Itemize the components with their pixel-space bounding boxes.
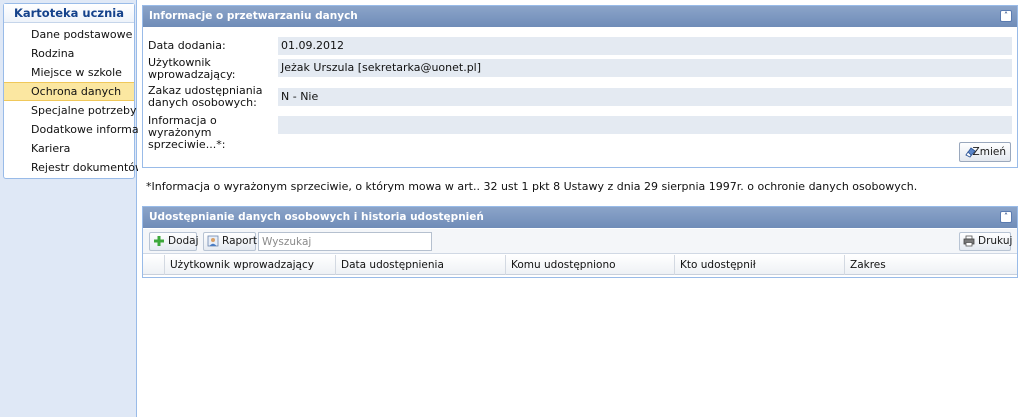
sidebar-title: Kartoteka ucznia xyxy=(4,4,134,23)
collapse-up-icon[interactable]: ˄ xyxy=(1000,211,1012,223)
sidebar-item-rejestr-dokumentow[interactable]: Rejestr dokumentów xyxy=(4,158,144,177)
sidebar-list: Dane podstawowe Rodzina Miejsce w szkole… xyxy=(4,23,155,177)
sidebar-item-kariera[interactable]: Kariera xyxy=(4,139,134,158)
info-panel-header: Informacje o przetwarzaniu danych ˄ xyxy=(143,6,1017,27)
label-data-dodania: Data dodania: xyxy=(148,39,226,52)
add-button-label: Dodaj xyxy=(168,235,199,247)
label-zakaz: Zakaz udostępniania danych osobowych: xyxy=(148,84,263,109)
sidebar-panel: Kartoteka ucznia Dane podstawowe Rodzina… xyxy=(3,3,155,179)
report-button[interactable]: Raport xyxy=(203,232,258,251)
collapse-up-icon[interactable]: ˄ xyxy=(1000,10,1012,22)
grid-col-selector xyxy=(149,255,164,275)
print-button-label: Drukuj xyxy=(978,235,1013,247)
grid-col-kto-udostepnil[interactable]: Kto udostępnił xyxy=(674,255,844,275)
value-uzytkownik: Jeżak Urszula [sekretarka@uonet.pl] xyxy=(278,59,1012,77)
grid-col-zakres[interactable]: Zakres xyxy=(844,255,1017,275)
printer-icon xyxy=(963,235,975,247)
grid-header: Użytkownik wprowadzający Data udostępnie… xyxy=(143,255,1017,275)
print-button[interactable]: Drukuj xyxy=(959,232,1013,251)
add-button[interactable]: Dodaj xyxy=(149,232,199,251)
value-sprzeciw xyxy=(278,116,1012,134)
grid-col-data-udostepnienia[interactable]: Data udostępnienia xyxy=(335,255,505,275)
edit-button-label: Zmień xyxy=(972,146,1006,158)
plus-icon xyxy=(154,236,164,246)
sidebar-item-dane-podstawowe[interactable]: Dane podstawowe xyxy=(4,25,134,44)
label-sprzeciw: Informacja o wyrażonym sprzeciwie...*: xyxy=(148,114,226,151)
share-panel: Udostępnianie danych osobowych i histori… xyxy=(142,206,1018,278)
main-content: Informacje o przetwarzaniu danych ˄ Data… xyxy=(138,0,1024,417)
share-panel-title: Udostępnianie danych osobowych i histori… xyxy=(149,211,484,223)
share-panel-header: Udostępnianie danych osobowych i histori… xyxy=(143,207,1017,228)
sidebar-item-dodatkowe-informacje[interactable]: Dodatkowe informacje xyxy=(4,120,155,139)
info-panel-title: Informacje o przetwarzaniu danych xyxy=(149,10,358,22)
grid-col-komu-udostepniono[interactable]: Komu udostępniono xyxy=(505,255,674,275)
value-zakaz: N - Nie xyxy=(278,88,1012,106)
edit-button[interactable]: Zmień xyxy=(959,142,1011,162)
value-data-dodania: 01.09.2012 xyxy=(278,37,1012,55)
sidebar: Kartoteka ucznia Dane podstawowe Rodzina… xyxy=(0,0,155,417)
eraser-icon xyxy=(965,147,976,158)
share-toolbar: Dodaj Raport Drukuj xyxy=(143,229,1017,254)
grid-col-uzytkownik[interactable]: Użytkownik wprowadzający xyxy=(164,255,335,275)
search-input[interactable] xyxy=(258,232,432,251)
report-user-icon xyxy=(207,235,219,247)
sidebar-item-ochrona-danych[interactable]: Ochrona danych xyxy=(4,82,134,101)
report-button-label: Raport xyxy=(222,235,258,247)
label-uzytkownik: Użytkownik wprowadzający: xyxy=(148,56,236,81)
footnote: *Informacja o wyrażonym sprzeciwie, o kt… xyxy=(146,180,918,193)
sidebar-item-miejsce-w-szkole[interactable]: Miejsce w szkole xyxy=(4,63,134,82)
info-panel: Informacje o przetwarzaniu danych ˄ Data… xyxy=(142,5,1018,168)
sidebar-item-rodzina[interactable]: Rodzina xyxy=(4,44,134,63)
sidebar-item-specjalne-potrzeby[interactable]: Specjalne potrzeby xyxy=(4,101,136,120)
